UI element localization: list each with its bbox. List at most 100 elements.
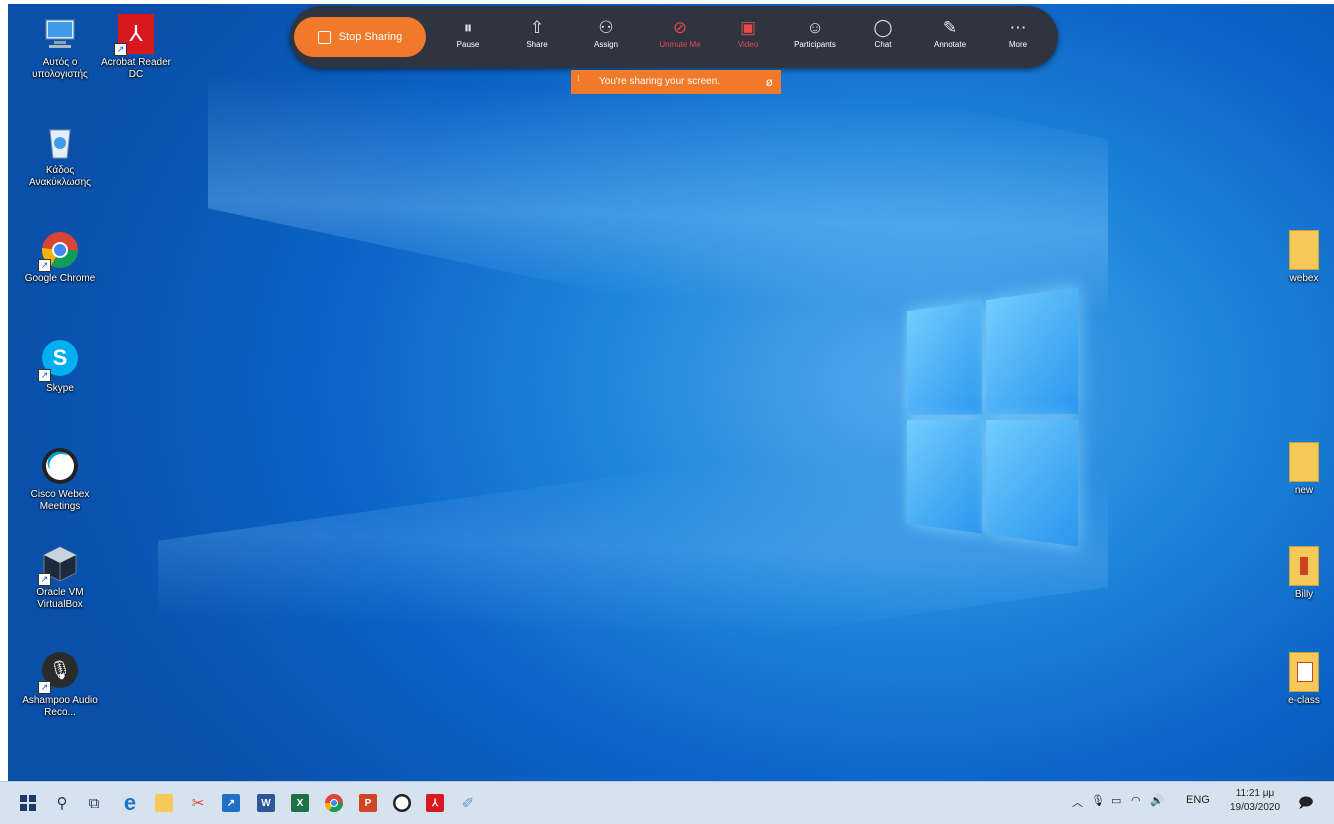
folder-icon [1284, 652, 1324, 692]
desktop-icon-ashampoo[interactable]: 🎙 ↗ Ashampoo Audio Reco... [20, 650, 100, 719]
taskbar-edge[interactable]: e [118, 790, 142, 815]
chart-app-icon: ↗ [222, 794, 240, 812]
taskbar-paint[interactable]: ✐ [456, 791, 480, 815]
taskbar: ⚲ ⧉ e ✂ ↗ W X P ⅄ ✐ ︿ 🎙 ▭ ◠ 🔊 ENG 11:21 … [0, 781, 1334, 824]
desktop-icon-label: webex [1289, 273, 1319, 284]
desktop-icon-eclass-folder[interactable]: e-class [1264, 652, 1334, 707]
search-button[interactable]: ⚲ [50, 791, 74, 815]
skype-icon: S ↗ [38, 340, 80, 382]
folder-icon [1284, 546, 1324, 586]
desktop-icon-label: Billy [1294, 589, 1314, 600]
chrome-icon: ↗ [38, 230, 80, 272]
acrobat-icon: ⅄ ↗ [114, 14, 156, 56]
clock[interactable]: 11:21 μμ 19/03/2020 [1222, 787, 1288, 815]
stop-icon [317, 30, 331, 44]
chat-icon: ◯ [873, 18, 893, 37]
desktop-icon-label: e-class [1288, 695, 1320, 706]
microphone-muted-icon: ⊘ [672, 18, 688, 37]
pause-button[interactable]: ⏸ Pause [440, 16, 496, 49]
folder-icon [1284, 230, 1324, 270]
language-indicator[interactable]: ENG [1186, 794, 1210, 806]
desktop: Αυτός ο υπολογιστής ⅄ ↗ Acrobat Reader D… [8, 4, 1334, 781]
webex-icon [393, 794, 411, 812]
paint-icon: ✐ [461, 795, 475, 812]
taskbar-powerpoint[interactable]: P [356, 791, 380, 815]
speaker-icon: 🔊 [1150, 795, 1164, 807]
desktop-icon-label: new [1294, 485, 1314, 496]
desktop-icon-webex-folder[interactable]: webex [1264, 230, 1334, 285]
taskbar-chrome[interactable] [322, 791, 346, 815]
more-button[interactable]: ⋯ More [990, 16, 1046, 49]
wifi-icon: ◠ [1131, 795, 1141, 807]
screen-share-toolbar: Stop Sharing ⏸ Pause ⇧ Share ⚇ Assign ⊘ … [290, 6, 1058, 68]
taskbar-snipping-tool[interactable]: ✂ [186, 791, 210, 815]
pause-icon: ⏸ [463, 18, 473, 37]
notification-center-button[interactable]: 🗩 [1298, 792, 1314, 816]
desktop-icon-billy-folder[interactable]: Billy [1264, 546, 1334, 601]
chrome-icon [325, 794, 343, 813]
notification-icon: 🗩 [1298, 794, 1314, 810]
video-button[interactable]: ▣ Video [720, 16, 776, 49]
drag-handle-icon[interactable]: ⁝ [577, 74, 580, 83]
task-view-icon: ⧉ [88, 794, 100, 812]
taskbar-word[interactable]: W [254, 791, 278, 815]
desktop-icon-cisco-webex[interactable]: Cisco Webex Meetings [20, 446, 100, 513]
tray-wifi[interactable]: ◠ [1131, 794, 1141, 807]
desktop-icon-google-chrome[interactable]: ↗ Google Chrome [20, 230, 100, 285]
desktop-icon-new-folder[interactable]: new [1264, 442, 1334, 497]
sharing-banner[interactable]: ⁝ You're sharing your screen. ø [571, 70, 781, 94]
chat-button[interactable]: ◯ Chat [855, 16, 911, 49]
annotate-button[interactable]: ✎ Annotate [922, 16, 978, 49]
acrobat-icon: ⅄ [426, 794, 444, 812]
edge-icon: e [123, 790, 137, 815]
tray-microphone[interactable]: 🎙 [1091, 794, 1105, 807]
taskbar-webex[interactable] [390, 791, 414, 815]
windows-start-icon [20, 795, 36, 811]
taskbar-acrobat[interactable]: ⅄ [423, 791, 447, 815]
share-icon: ⇧ [529, 18, 545, 37]
powerpoint-icon: P [359, 794, 377, 812]
start-button[interactable] [16, 791, 40, 815]
desktop-icon-acrobat-reader[interactable]: ⅄ ↗ Acrobat Reader DC [96, 14, 176, 81]
stop-sharing-button[interactable]: Stop Sharing [294, 17, 426, 57]
folder-icon [1284, 442, 1324, 482]
task-view-button[interactable]: ⧉ [82, 791, 106, 815]
assign-button[interactable]: ⚇ Assign [578, 16, 634, 49]
video-off-icon: ▣ [739, 18, 757, 37]
webex-icon [40, 446, 80, 486]
scissors-icon: ✂ [191, 795, 205, 812]
unmute-button[interactable]: ⊘ Unmute Me [652, 16, 708, 49]
desktop-icon-recycle-bin[interactable]: Κάδος Ανακύκλωσης [20, 122, 100, 189]
assign-icon: ⚇ [598, 18, 614, 37]
share-button[interactable]: ⇧ Share [509, 16, 565, 49]
microphone-icon: 🎙 [1091, 795, 1105, 807]
show-hidden-icons-button[interactable]: ︿ [1072, 794, 1083, 810]
annotate-icon: ✎ [942, 18, 958, 37]
desktop-icon-label: Cisco Webex Meetings [30, 489, 90, 512]
more-icon: ⋯ [1009, 18, 1027, 37]
desktop-icon-label: Google Chrome [24, 273, 96, 284]
desktop-icon-label: Skype [46, 383, 74, 394]
participants-icon: ☺ [806, 18, 824, 37]
taskbar-excel[interactable]: X [288, 791, 312, 815]
search-icon: ⚲ [56, 795, 68, 812]
taskbar-app-chart[interactable]: ↗ [219, 791, 243, 815]
desktop-icon-label: Ashampoo Audio Reco... [22, 695, 98, 718]
desktop-icon-skype[interactable]: S ↗ Skype [20, 338, 100, 395]
desktop-icon-label: Κάδος Ανακύκλωσης [29, 165, 91, 188]
participants-button[interactable]: ☺ Participants [787, 16, 843, 49]
taskbar-file-explorer[interactable] [152, 791, 176, 815]
battery-icon: ▭ [1111, 795, 1122, 807]
desktop-icon-virtualbox[interactable]: ↗ Oracle VM VirtualBox [20, 544, 100, 611]
desktop-icon-label: Oracle VM VirtualBox [36, 587, 84, 610]
tray-battery[interactable]: ▭ [1111, 794, 1121, 807]
hide-banner-icon[interactable]: ø [766, 70, 773, 94]
virtualbox-icon: ↗ [38, 544, 80, 586]
folder-icon [155, 794, 173, 812]
desktop-icon-label: Αυτός ο υπολογιστής [32, 57, 88, 80]
desktop-icon-this-pc[interactable]: Αυτός ο υπολογιστής [20, 14, 100, 81]
tray-volume[interactable]: 🔊 [1150, 794, 1164, 807]
windows-logo-wallpaper [907, 287, 1080, 551]
excel-icon: X [291, 794, 309, 812]
microphone-icon: 🎙 ↗ [38, 652, 80, 694]
